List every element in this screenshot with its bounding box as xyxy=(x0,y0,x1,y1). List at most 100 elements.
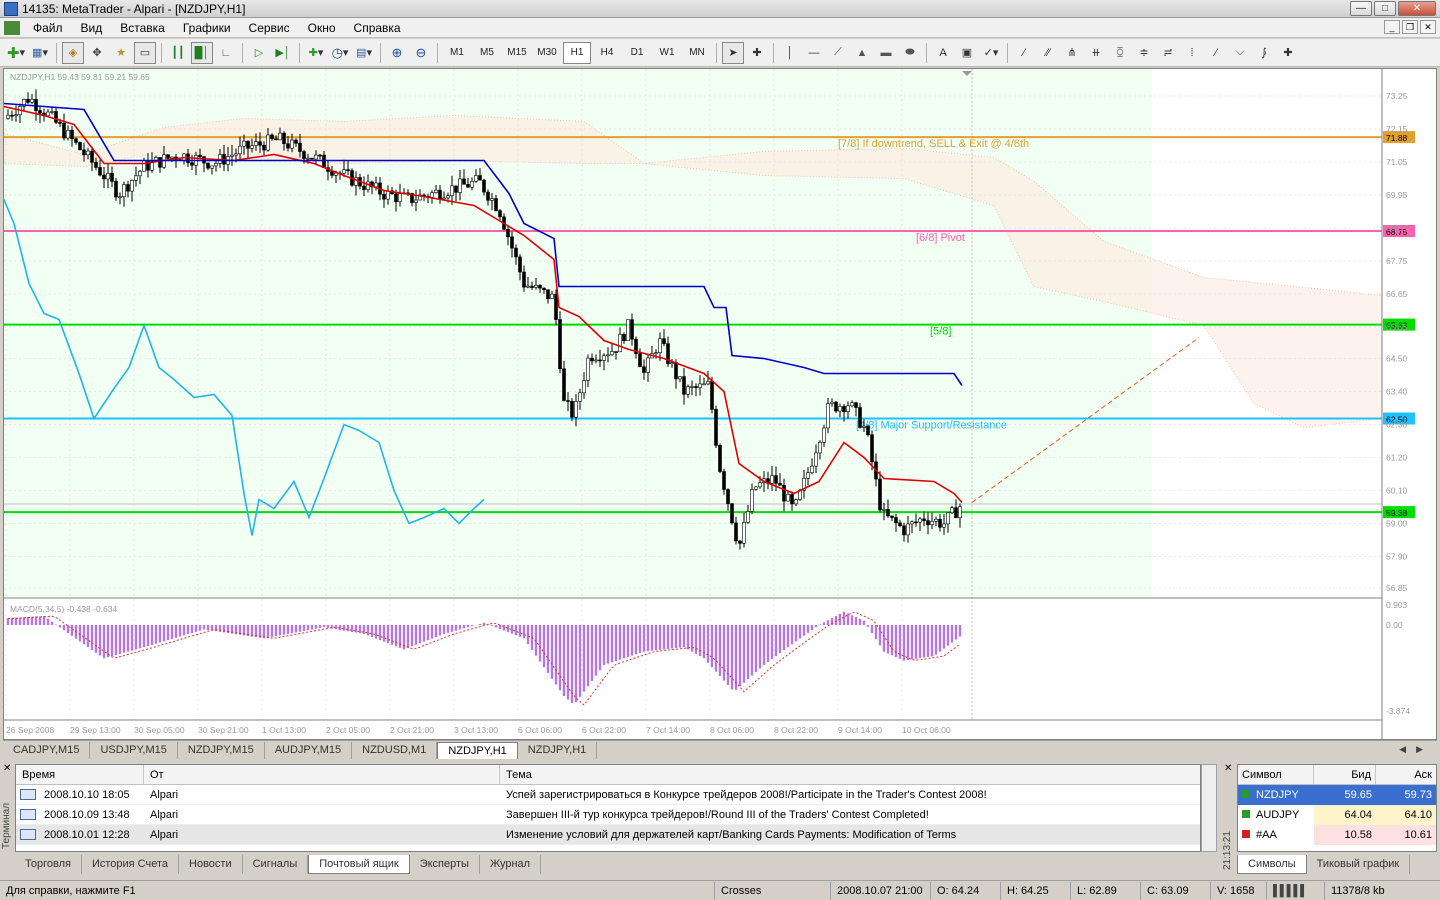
chart-tab[interactable]: NZDJPY,H1 xyxy=(518,742,598,759)
zoom-in-button[interactable]: ⊕ xyxy=(386,42,408,64)
down-arrow-icon xyxy=(1242,830,1250,838)
fibo-arcs-button[interactable]: ≓ xyxy=(1157,42,1179,64)
fibo-extension-button[interactable]: ∕ xyxy=(1205,42,1227,64)
text-button[interactable]: A xyxy=(932,42,954,64)
tab-journal[interactable]: Журнал xyxy=(480,855,542,874)
chart-tab[interactable]: USDJPY,M15 xyxy=(90,742,178,759)
timeframe-m5[interactable]: M5 xyxy=(473,42,501,64)
horizontal-line-button[interactable]: — xyxy=(803,42,825,64)
profiles-button[interactable]: ▦ ▾ xyxy=(29,42,51,64)
col-from[interactable]: От xyxy=(144,765,500,784)
bar-chart-button[interactable]: ┃┃ xyxy=(167,42,189,64)
market-watch-button[interactable]: ◈ xyxy=(62,41,84,64)
menu-charts[interactable]: Графики xyxy=(174,18,240,38)
col-ask[interactable]: Аск xyxy=(1376,765,1436,784)
line-chart-button[interactable]: ∟ xyxy=(215,42,237,64)
minimize-button[interactable]: — xyxy=(1350,1,1372,16)
timeframe-m15[interactable]: M15 xyxy=(503,42,531,64)
col-subject[interactable]: Тема xyxy=(500,765,1200,784)
cursor-button[interactable]: ➤ xyxy=(722,41,744,64)
new-chart-button[interactable]: ✚ ▾ xyxy=(5,42,27,64)
triangle-button[interactable]: ▲ xyxy=(851,42,873,64)
table-row[interactable]: 2008.10.09 13:48 Alpari Завершен III-й т… xyxy=(16,805,1200,825)
terminal-close-icon[interactable]: ✕ xyxy=(3,763,11,774)
trendline-button[interactable]: ⟋ xyxy=(827,42,849,64)
channel-button[interactable]: ∕∕ xyxy=(1037,42,1059,64)
terminal-button[interactable]: ▭ xyxy=(134,41,156,64)
candle-body xyxy=(254,141,258,146)
linear-regression-button[interactable]: ⌵ xyxy=(1229,42,1251,64)
candle-body xyxy=(546,289,550,300)
periods-button[interactable]: ◷ ▾ xyxy=(329,42,351,64)
text-label-button[interactable]: ▣ xyxy=(956,42,978,64)
timeframe-h4[interactable]: H4 xyxy=(593,42,621,64)
timeframe-m1[interactable]: M1 xyxy=(443,42,471,64)
rectangle-button[interactable]: ▬ xyxy=(875,42,897,64)
maximize-button[interactable]: □ xyxy=(1374,1,1396,16)
chart-tab[interactable]: CADJPY,M15 xyxy=(3,742,91,759)
terminal-scrollbar[interactable] xyxy=(1201,764,1217,852)
table-row[interactable]: 2008.10.10 18:05 Alpari Успей зарегистри… xyxy=(16,785,1200,805)
timeframe-h1[interactable]: H1 xyxy=(563,41,591,64)
mdi-close-button[interactable]: ✕ xyxy=(1420,20,1436,34)
mdi-minimize-button[interactable]: _ xyxy=(1384,20,1400,34)
market-watch-close-icon[interactable]: ✕ xyxy=(1224,763,1232,774)
fibo-fan-button[interactable]: ≑ xyxy=(1133,42,1155,64)
zoom-out-button[interactable]: ⊖ xyxy=(410,42,432,64)
close-button[interactable]: ✕ xyxy=(1398,1,1436,16)
experts-button[interactable]: ★ xyxy=(110,42,132,64)
vertical-line-button[interactable]: │ xyxy=(779,42,801,64)
mdi-restore-button[interactable]: ❐ xyxy=(1402,20,1418,34)
timeframe-mn[interactable]: MN xyxy=(683,42,711,64)
fibo-time-button[interactable]: ⁞ xyxy=(1181,42,1203,64)
menu-window[interactable]: Окно xyxy=(299,18,345,38)
navigator-button[interactable]: ✥ xyxy=(86,42,108,64)
candlestick-button[interactable]: █│ xyxy=(191,41,213,64)
table-row[interactable]: 2008.10.01 12:28 Alpari Изменение услови… xyxy=(16,825,1200,845)
tab-symbols[interactable]: Символы xyxy=(1237,855,1307,874)
chart-tab[interactable]: NZDJPY,M15 xyxy=(178,742,265,759)
tab-mailbox[interactable]: Почтовый ящик xyxy=(308,855,410,874)
menu-tools[interactable]: Сервис xyxy=(240,18,299,38)
menu-view[interactable]: Вид xyxy=(72,18,112,38)
chart-window[interactable]: [7/8] If downtrend, SELL & Exit @ 4/8th 7… xyxy=(3,68,1437,740)
chart-shift-button[interactable]: ▶│ xyxy=(272,42,294,64)
tab-trade[interactable]: Торговля xyxy=(15,855,82,874)
price-chart[interactable]: [7/8] If downtrend, SELL & Exit @ 4/8th 7… xyxy=(4,69,1437,740)
arrows-button[interactable]: ✓ ▾ xyxy=(980,42,1002,64)
gann-button[interactable]: ⧺ xyxy=(1085,42,1107,64)
col-time[interactable]: Время xyxy=(16,765,144,784)
timeframe-d1[interactable]: D1 xyxy=(623,42,651,64)
chart-tab[interactable]: AUDJPY,M15 xyxy=(265,742,353,759)
tab-news[interactable]: Новости xyxy=(179,855,243,874)
ellipse-button[interactable]: ⬬ xyxy=(899,42,921,64)
tab-tick-chart[interactable]: Тиковый график xyxy=(1307,855,1411,874)
list-item[interactable]: #AA 10.58 10.61 xyxy=(1238,825,1436,845)
col-bid[interactable]: Бид xyxy=(1314,765,1376,784)
tab-account-history[interactable]: История Счета xyxy=(82,855,180,874)
fibo-button[interactable]: ∕ xyxy=(1013,42,1035,64)
menu-insert[interactable]: Вставка xyxy=(111,18,174,38)
chart-window-icon[interactable] xyxy=(4,20,20,35)
chart-tab[interactable]: NZDUSD,M1 xyxy=(352,742,438,759)
tab-experts[interactable]: Эксперты xyxy=(410,855,480,874)
indicators-button[interactable]: ✚ ▾ xyxy=(305,42,327,64)
list-item[interactable]: AUDJPY 64.04 64.10 xyxy=(1238,805,1436,825)
menu-file[interactable]: Файл xyxy=(24,18,72,38)
tab-scroll-arrows[interactable]: ◀▶ xyxy=(1399,744,1433,755)
std-deviation-button[interactable]: ⨓ xyxy=(1253,42,1275,64)
cycle-lines-button[interactable]: ⧲ xyxy=(1109,42,1131,64)
more-tools-button[interactable]: ✚ xyxy=(1277,42,1299,64)
andrews-pitchfork-button[interactable]: ⋔ xyxy=(1061,42,1083,64)
candle-body xyxy=(626,319,630,342)
tab-signals[interactable]: Сигналы xyxy=(243,855,309,874)
menu-help[interactable]: Справка xyxy=(345,18,410,38)
timeframe-w1[interactable]: W1 xyxy=(653,42,681,64)
templates-button[interactable]: ▤ ▾ xyxy=(353,42,375,64)
col-symbol[interactable]: Символ xyxy=(1238,765,1314,784)
timeframe-m30[interactable]: M30 xyxy=(533,42,561,64)
autoscroll-button[interactable]: ▷ xyxy=(248,42,270,64)
list-item[interactable]: NZDJPY 59.65 59.73 xyxy=(1238,785,1436,805)
chart-tab-active[interactable]: NZDJPY,H1 xyxy=(437,742,518,759)
crosshair-button[interactable]: ✚ xyxy=(746,42,768,64)
